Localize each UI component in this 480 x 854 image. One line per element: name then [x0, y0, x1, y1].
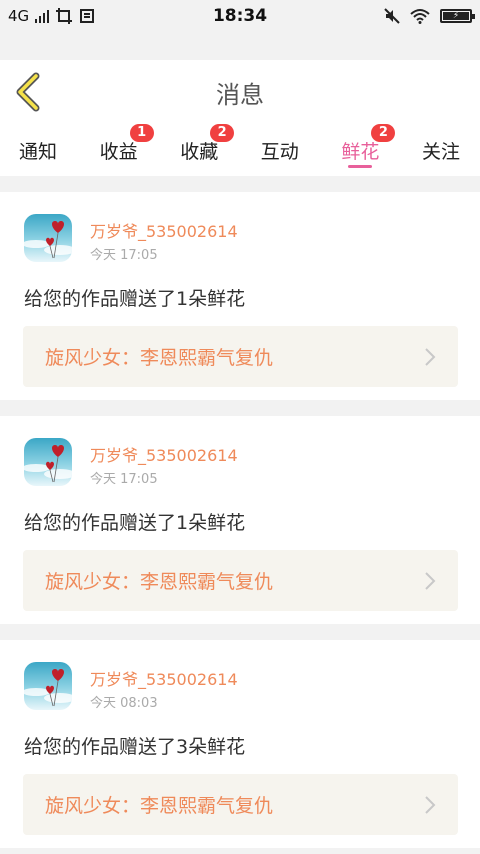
chevron-right-icon — [425, 571, 436, 590]
sim-icon — [80, 9, 95, 23]
sender-name[interactable]: 万岁爷_535002614 — [90, 218, 238, 242]
sender-name[interactable]: 万岁爷_535002614 — [90, 442, 238, 466]
count-badge: 1 — [129, 124, 154, 142]
message-card: 万岁爷_535002614 今天 17:05 给您的作品赠送了1朵鲜花 旋风少女… — [0, 416, 480, 624]
count-badge: 2 — [371, 124, 396, 142]
tab-favorites[interactable]: 收藏 2 — [180, 124, 235, 176]
message-time: 今天 08:03 — [90, 696, 158, 711]
work-link[interactable]: 旋风少女：李恩熙霸气复仇 — [23, 774, 458, 835]
chevron-right-icon — [425, 795, 436, 814]
work-title: 旋风少女：李恩熙霸气复仇 — [45, 795, 274, 817]
page-title: 消息 — [216, 80, 264, 109]
back-button[interactable] — [12, 72, 46, 112]
tab-label: 互动 — [260, 140, 299, 163]
work-title: 旋风少女：李恩熙霸气复仇 — [45, 347, 274, 369]
top-bar: 消息 — [0, 60, 480, 124]
heart-balloon-icon — [24, 221, 72, 259]
active-tab-indicator — [348, 165, 373, 168]
tab-label: 通知 — [19, 140, 58, 163]
message-time: 今天 17:05 — [90, 248, 158, 263]
screenshot-icon — [56, 8, 73, 24]
signal-icon — [35, 9, 50, 23]
mute-icon — [384, 8, 400, 24]
tab-bar: 通知 收益 1 收藏 2 互动 鲜花 2 关注 — [0, 124, 480, 176]
message-text: 给您的作品赠送了1朵鲜花 — [24, 512, 246, 534]
avatar[interactable] — [24, 662, 72, 710]
tab-interaction[interactable]: 互动 — [261, 124, 299, 176]
tab-label: 收益 — [99, 140, 138, 163]
tab-label: 鲜花 — [341, 140, 380, 163]
network-type: 4G — [8, 7, 30, 25]
work-title: 旋风少女：李恩熙霸气复仇 — [45, 571, 274, 593]
count-badge: 2 — [210, 124, 235, 142]
chevron-right-icon — [425, 347, 436, 366]
heart-balloon-icon — [24, 669, 72, 707]
avatar[interactable] — [24, 214, 72, 262]
tab-earnings[interactable]: 收益 1 — [99, 124, 154, 176]
heart-balloon-icon — [24, 445, 72, 483]
work-link[interactable]: 旋风少女：李恩熙霸气复仇 — [23, 326, 458, 387]
tab-following[interactable]: 关注 — [422, 124, 460, 176]
message-card: 万岁爷_535002614 今天 17:05 给您的作品赠送了1朵鲜花 旋风少女… — [0, 192, 480, 400]
message-time: 今天 17:05 — [90, 472, 158, 487]
tab-flowers[interactable]: 鲜花 2 — [341, 124, 396, 176]
status-left: 4G — [8, 7, 95, 25]
sender-name[interactable]: 万岁爷_535002614 — [90, 666, 238, 690]
tab-notice[interactable]: 通知 — [19, 124, 57, 176]
back-arrow-icon — [16, 72, 40, 112]
status-right: ⚡ — [384, 8, 475, 24]
tab-label: 收藏 — [180, 140, 219, 163]
status-bar: 4G 18:34 ⚡ — [0, 0, 480, 32]
message-text: 给您的作品赠送了3朵鲜花 — [24, 736, 246, 758]
message-card: 万岁爷_535002614 今天 08:03 给您的作品赠送了3朵鲜花 旋风少女… — [0, 640, 480, 848]
avatar[interactable] — [24, 438, 72, 486]
tab-label: 关注 — [421, 140, 460, 163]
work-link[interactable]: 旋风少女：李恩熙霸气复仇 — [23, 550, 458, 611]
message-text: 给您的作品赠送了1朵鲜花 — [24, 288, 246, 310]
battery-charging-icon: ⚡ — [440, 9, 475, 23]
wifi-icon — [410, 9, 430, 24]
